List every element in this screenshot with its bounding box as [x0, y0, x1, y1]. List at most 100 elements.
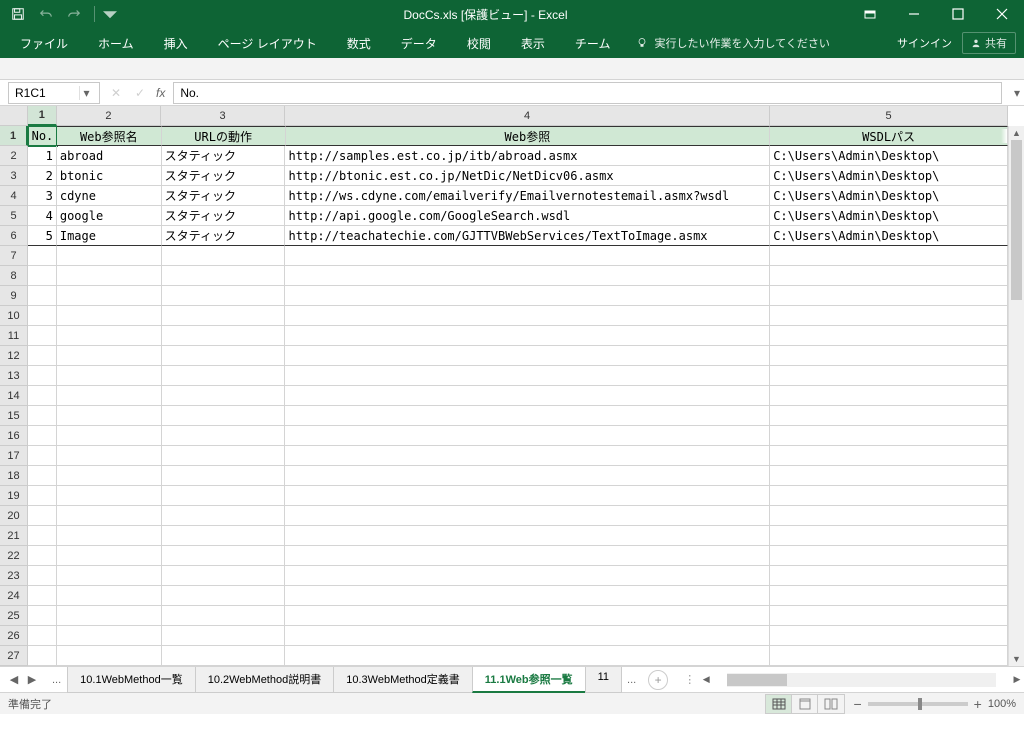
scroll-left-icon[interactable]: ◀	[699, 674, 713, 685]
cell[interactable]	[162, 526, 286, 546]
cancel-formula-icon[interactable]: ✕	[104, 82, 128, 104]
cell[interactable]	[285, 586, 770, 606]
cell[interactable]	[28, 646, 57, 666]
cell[interactable]	[770, 306, 1008, 326]
cell[interactable]	[285, 286, 770, 306]
cell[interactable]	[770, 366, 1008, 386]
cell[interactable]	[285, 426, 770, 446]
chevron-down-icon[interactable]: ▾	[79, 86, 93, 100]
cell[interactable]	[162, 286, 286, 306]
share-button[interactable]: 共有	[962, 32, 1016, 54]
sheet-tab[interactable]: 10.2WebMethod説明書	[195, 667, 335, 693]
cell-no[interactable]: 4	[28, 206, 57, 226]
cell[interactable]	[57, 486, 162, 506]
cell[interactable]	[162, 426, 286, 446]
scroll-down-icon[interactable]: ▼	[1009, 652, 1024, 666]
row-header[interactable]: 19	[0, 486, 28, 506]
table-header[interactable]: Web参照	[286, 126, 771, 146]
minimize-icon[interactable]	[892, 0, 936, 28]
cell[interactable]	[162, 466, 286, 486]
row-header[interactable]: 4	[0, 186, 28, 206]
cell[interactable]	[770, 566, 1008, 586]
cell[interactable]	[770, 526, 1008, 546]
cell[interactable]	[57, 366, 162, 386]
cell[interactable]	[285, 406, 770, 426]
cell[interactable]	[28, 386, 57, 406]
horizontal-scrollbar[interactable]	[727, 673, 996, 687]
cell[interactable]	[285, 566, 770, 586]
cell-url-action[interactable]: スタティック	[162, 146, 286, 166]
cell[interactable]	[770, 506, 1008, 526]
cell-web-ref[interactable]: http://api.google.com/GoogleSearch.wsdl	[285, 206, 770, 226]
fx-icon[interactable]: fx	[156, 86, 165, 100]
cell[interactable]	[57, 286, 162, 306]
row-header[interactable]: 27	[0, 646, 28, 666]
cell-wsdl[interactable]: C:\Users\Admin\Desktop\	[770, 226, 1008, 246]
cell[interactable]	[28, 506, 57, 526]
close-icon[interactable]	[980, 0, 1024, 28]
row-header[interactable]: 12	[0, 346, 28, 366]
name-box[interactable]: R1C1 ▾	[8, 82, 100, 104]
cell[interactable]	[57, 306, 162, 326]
cell[interactable]	[57, 386, 162, 406]
cell[interactable]	[57, 446, 162, 466]
cell[interactable]	[28, 526, 57, 546]
sheet-tab[interactable]: 11	[585, 667, 622, 693]
cell[interactable]	[770, 466, 1008, 486]
cell-no[interactable]: 2	[28, 166, 57, 186]
row-header[interactable]: 20	[0, 506, 28, 526]
row-header[interactable]: 2	[0, 146, 28, 166]
cell[interactable]	[770, 626, 1008, 646]
cell[interactable]	[57, 346, 162, 366]
cell[interactable]	[162, 626, 286, 646]
cell[interactable]	[28, 366, 57, 386]
cell[interactable]	[770, 286, 1008, 306]
zoom-slider[interactable]	[868, 702, 968, 706]
cell-url-action[interactable]: スタティック	[162, 206, 286, 226]
sheet-tab[interactable]: 10.3WebMethod定義書	[333, 667, 473, 693]
ribbon-display-icon[interactable]	[848, 0, 892, 28]
cell[interactable]	[285, 626, 770, 646]
tab-formulas[interactable]: 数式	[335, 28, 383, 58]
table-header[interactable]: WSDLパス	[770, 126, 1008, 146]
cell[interactable]	[57, 626, 162, 646]
scrollbar-thumb[interactable]	[1011, 140, 1022, 300]
cell[interactable]	[28, 446, 57, 466]
tell-me-input[interactable]: 実行したい作業を入力してください	[636, 35, 829, 51]
scroll-up-icon[interactable]: ▲	[1009, 126, 1024, 140]
cell[interactable]	[285, 386, 770, 406]
cell[interactable]	[770, 346, 1008, 366]
cell[interactable]	[770, 426, 1008, 446]
row-header[interactable]: 24	[0, 586, 28, 606]
cell-name[interactable]: google	[57, 206, 162, 226]
tab-ellipsis[interactable]: ...	[46, 674, 67, 686]
cell[interactable]	[162, 326, 286, 346]
cell-name[interactable]: abroad	[57, 146, 162, 166]
cell[interactable]	[162, 446, 286, 466]
cell[interactable]	[162, 386, 286, 406]
cell[interactable]	[770, 446, 1008, 466]
zoom-out-button[interactable]: −	[853, 696, 861, 712]
tab-review[interactable]: 校閲	[455, 28, 503, 58]
tab-view[interactable]: 表示	[509, 28, 557, 58]
tab-home[interactable]: ホーム	[86, 28, 146, 58]
cell[interactable]	[162, 646, 286, 666]
cell-web-ref[interactable]: http://btonic.est.co.jp/NetDic/NetDicv06…	[285, 166, 770, 186]
cell-wsdl[interactable]: C:\Users\Admin\Desktop\	[770, 186, 1008, 206]
cell-web-ref[interactable]: http://ws.cdyne.com/emailverify/Emailver…	[285, 186, 770, 206]
cell[interactable]	[162, 306, 286, 326]
cell-url-action[interactable]: スタティック	[162, 226, 286, 246]
cell[interactable]	[770, 246, 1008, 266]
cell[interactable]	[28, 566, 57, 586]
cell[interactable]	[285, 646, 770, 666]
cell-wsdl[interactable]: C:\Users\Admin\Desktop\	[770, 146, 1008, 166]
row-header[interactable]: 25	[0, 606, 28, 626]
cell[interactable]	[285, 546, 770, 566]
cell[interactable]	[285, 446, 770, 466]
cell[interactable]	[28, 626, 57, 646]
formula-input[interactable]: No.	[173, 82, 1002, 104]
qat-customize-icon[interactable]	[103, 3, 117, 25]
row-header[interactable]: 21	[0, 526, 28, 546]
tab-scroll-left-icon[interactable]: ◀	[6, 673, 22, 686]
cell[interactable]	[162, 266, 286, 286]
